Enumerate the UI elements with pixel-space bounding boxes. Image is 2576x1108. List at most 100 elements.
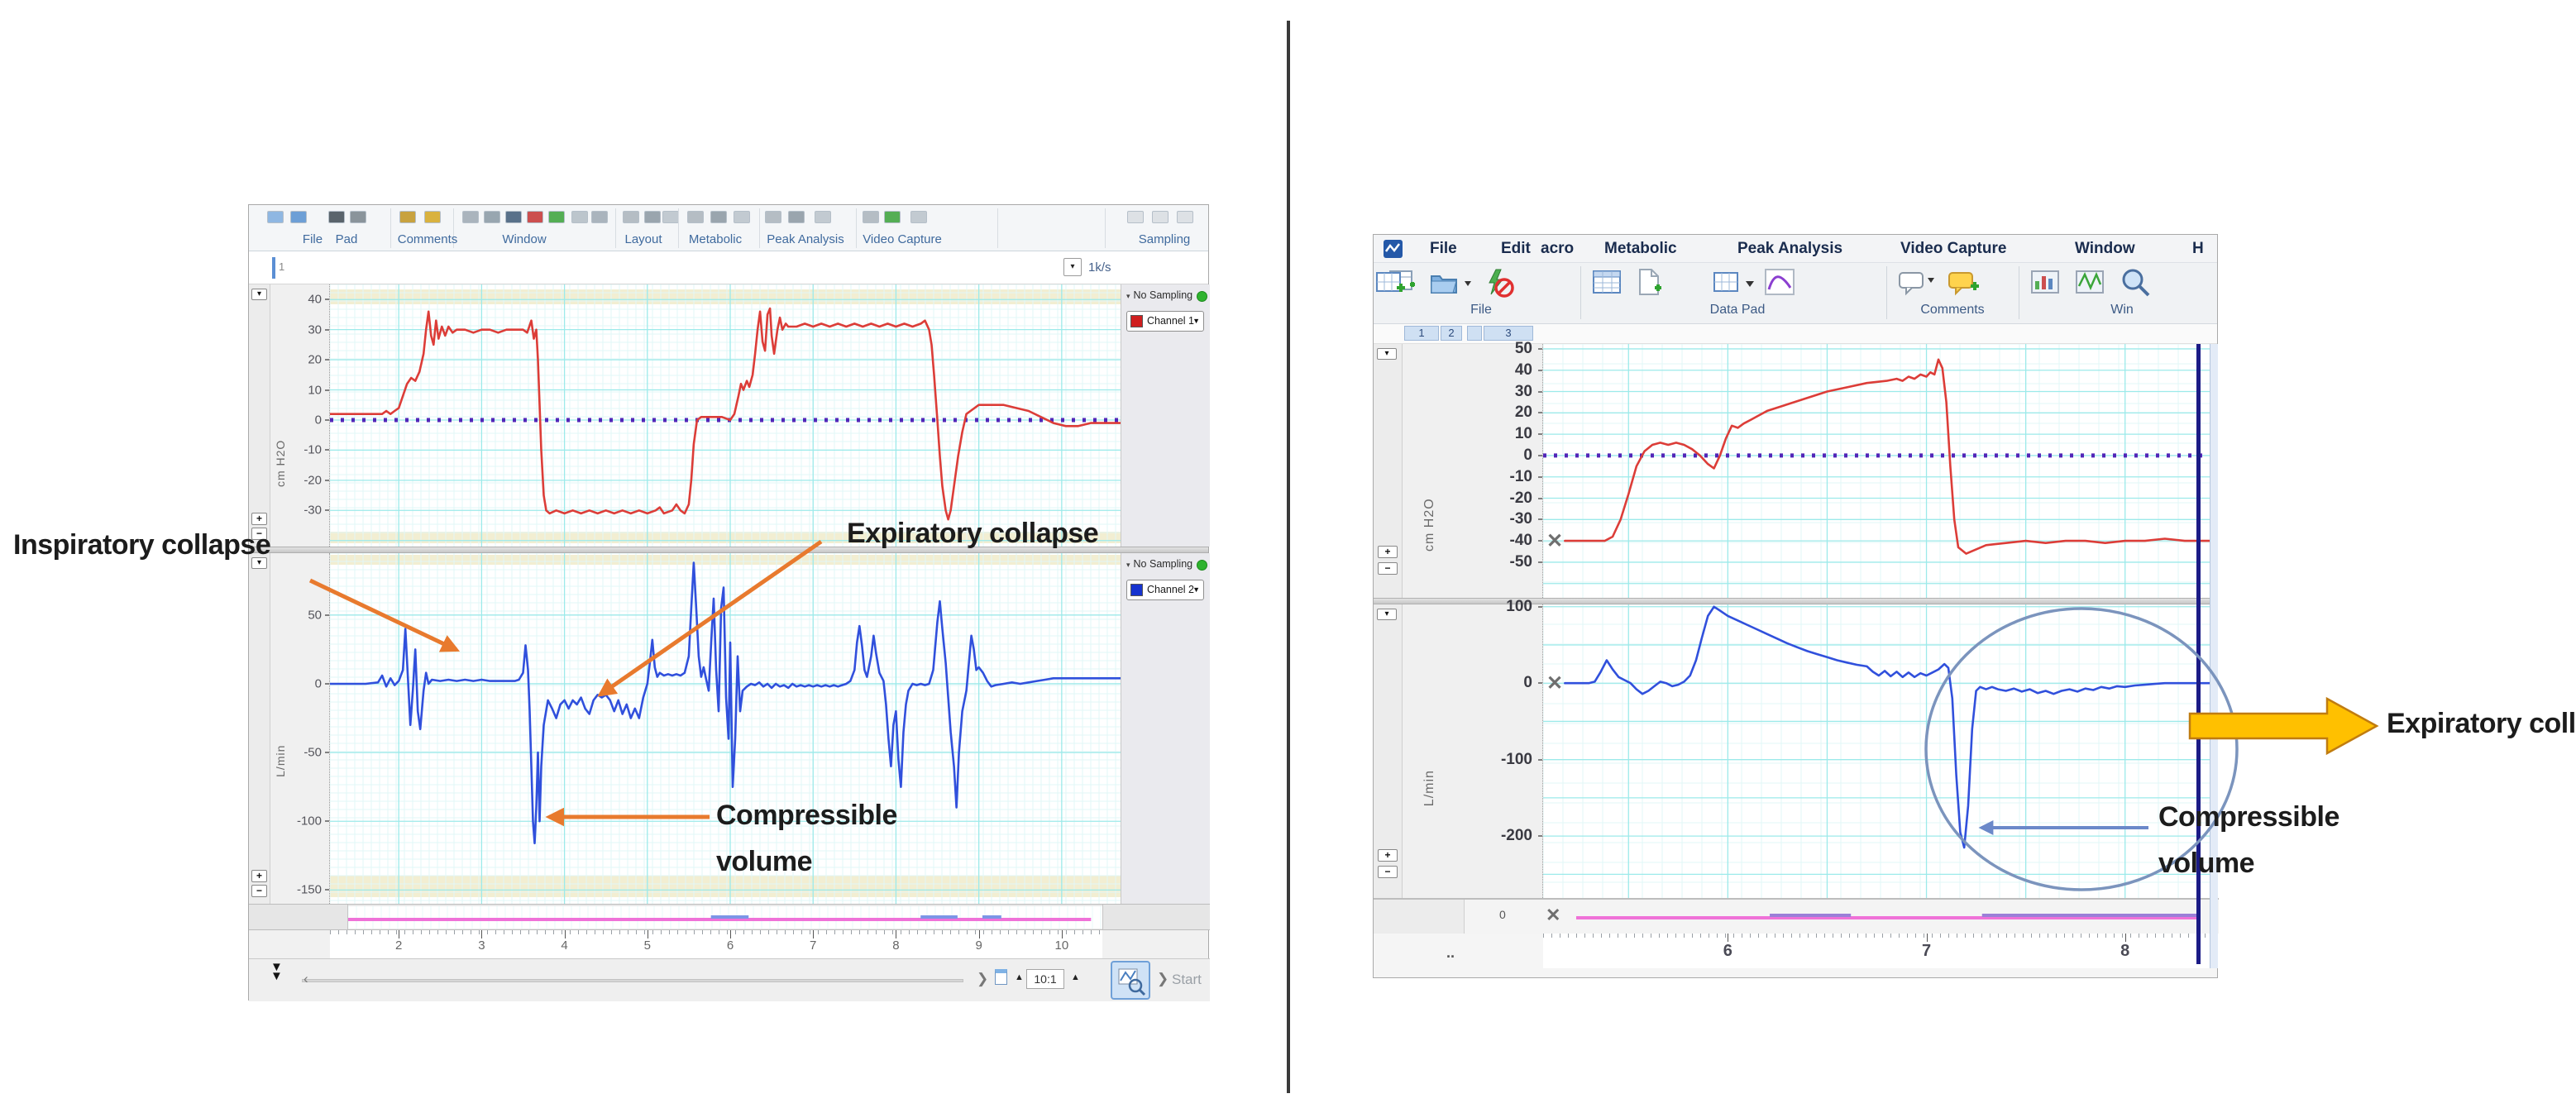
scale-minus-button[interactable]: − (1378, 866, 1398, 878)
block-tab[interactable]: 3 (1484, 326, 1533, 341)
toolbar-icon[interactable] (462, 211, 479, 223)
scale-plus-button[interactable]: + (1378, 849, 1398, 862)
macro-disabled-icon[interactable] (1481, 266, 1517, 303)
flow-plot-right[interactable]: ✕ (1543, 604, 2210, 898)
sampling-rate-dropdown[interactable]: ▾ (1063, 258, 1082, 276)
menu-item-video capture[interactable]: Video Capture (1900, 240, 2006, 258)
toolbar-icon[interactable] (734, 211, 750, 223)
menu-item-window[interactable]: Window (2075, 240, 2135, 258)
block-tab[interactable] (1467, 326, 1482, 341)
scale-plus-button[interactable]: + (251, 870, 267, 882)
menu-item-metabolic[interactable]: Metabolic (1604, 240, 1677, 258)
pressure-plot-left[interactable] (330, 284, 1121, 547)
scale-minus-button[interactable]: − (1378, 562, 1398, 575)
add-page-icon[interactable] (1632, 266, 1668, 303)
y-axis-unit: L/min (274, 745, 287, 777)
comment-icon[interactable] (1896, 266, 1938, 303)
open-file-icon[interactable] (1428, 266, 1474, 303)
sampling-status[interactable]: ▾No Sampling (1126, 558, 1206, 575)
toolbar-icon[interactable] (1127, 211, 1144, 223)
curve-analysis-icon[interactable] (1762, 266, 1799, 303)
menu-item-peak analysis[interactable]: Peak Analysis (1737, 240, 1842, 258)
toolbar-icon[interactable] (765, 211, 781, 223)
channel-menu-button[interactable]: ▾ (1377, 609, 1397, 620)
scale-plus-button[interactable]: + (251, 513, 267, 525)
toolbar-icon[interactable] (267, 211, 284, 223)
toolbar-icon[interactable] (884, 211, 901, 223)
toolbar-icon[interactable] (662, 211, 679, 223)
channel-menu-button[interactable]: ▾ (251, 289, 267, 300)
compression-down-icon[interactable]: ▲ (1071, 972, 1080, 982)
toolbar-icon[interactable] (863, 211, 879, 223)
toolbar-icon[interactable] (571, 211, 588, 223)
x-tick-mark (813, 930, 814, 938)
compressible-line1: Compressible (2158, 801, 2339, 833)
scroll-left-icon[interactable]: ‹ (303, 971, 308, 987)
toolbar-icon[interactable] (910, 211, 927, 223)
toolbar-icon[interactable] (424, 211, 441, 223)
scale-minus-button[interactable]: − (251, 885, 267, 897)
ribbon-group-window[interactable]: Window (502, 232, 546, 246)
compression-up-icon[interactable]: ▲ (1015, 972, 1024, 982)
block-tab[interactable]: 2 (1441, 326, 1462, 341)
scope-view-icon[interactable] (2073, 266, 2110, 303)
ribbon-group-video-capture[interactable]: Video Capture (863, 232, 942, 246)
toolbar-icon[interactable] (350, 211, 366, 223)
horizontal-scrollbar[interactable] (302, 979, 963, 982)
toolbar-icon[interactable] (548, 211, 565, 223)
toolbar-icon[interactable] (399, 211, 416, 223)
y-tick-mark (1538, 370, 1542, 371)
sampling-status[interactable]: ▾No Sampling (1126, 289, 1206, 306)
add-to-datapad-icon[interactable] (1374, 266, 1410, 303)
add-comment-icon[interactable] (1946, 266, 1982, 303)
scroll-anchor-icon[interactable]: ▼▼ (270, 962, 283, 981)
trace-start-marker-icon[interactable]: ✕ (1546, 905, 1560, 926)
y-tick-mark (1538, 391, 1542, 393)
ribbon-group-comments[interactable]: Comments (398, 232, 458, 246)
toolbar-icon[interactable] (591, 211, 608, 223)
toolbar-icon[interactable] (290, 211, 307, 223)
datapad-table-icon[interactable] (1590, 266, 1627, 303)
ribbon-group-file[interactable]: File (303, 232, 323, 246)
chart-view-icon[interactable] (2029, 266, 2065, 303)
zoom-view-button[interactable] (1111, 961, 1150, 1000)
toolbar-icon[interactable] (710, 211, 727, 223)
zoom-window-icon[interactable] (2118, 266, 2154, 303)
channel-menu-button[interactable]: ▾ (1377, 348, 1397, 360)
toolbar-icon[interactable] (788, 211, 805, 223)
view-page-icon[interactable] (995, 969, 1007, 985)
toolbar-icon[interactable] (815, 211, 831, 223)
toolbar-icon[interactable] (484, 211, 500, 223)
scroll-right-icon[interactable]: ❯ (977, 971, 988, 987)
x-tick-label: 6 (1723, 942, 1732, 961)
toolbar-icon[interactable] (1152, 211, 1169, 223)
ribbon-group-layout[interactable]: Layout (624, 232, 662, 246)
ribbon-group-pad[interactable]: Pad (336, 232, 358, 246)
ribbon-group-sampling[interactable]: Sampling (1139, 232, 1191, 246)
start-button[interactable]: Start (1172, 972, 1202, 988)
toolbar-icon[interactable] (623, 211, 639, 223)
toolbar-icon[interactable] (328, 211, 345, 223)
ribbon-group-metabolic[interactable]: Metabolic (689, 232, 742, 246)
menu-item-edit[interactable]: Edit (1501, 240, 1531, 258)
ribbon-group-peak-analysis[interactable]: Peak Analysis (767, 232, 844, 246)
toolbar-icon[interactable] (1177, 211, 1193, 223)
toolbar-icon[interactable] (687, 211, 704, 223)
marker-strip[interactable] (1576, 900, 2201, 933)
panel-splitter[interactable] (1374, 598, 2217, 604)
toolbar-icon[interactable] (527, 211, 543, 223)
block-tab[interactable]: 1 (1404, 326, 1439, 341)
scale-plus-button[interactable]: + (1378, 546, 1398, 558)
time-cursor[interactable] (272, 257, 275, 279)
channel-2-selector[interactable]: Channel 2 ▼ (1126, 580, 1204, 600)
menu-item-acro[interactable]: acro (1541, 240, 1574, 258)
data-overview-strip[interactable] (348, 906, 1102, 929)
y-tick-mark (325, 820, 329, 822)
menu-item-h[interactable]: H (2192, 240, 2204, 258)
menu-item-file[interactable]: File (1430, 240, 1457, 258)
toolbar-icon[interactable] (505, 211, 522, 223)
datapad-options-icon[interactable] (1711, 266, 1757, 303)
toolbar-icon[interactable] (644, 211, 661, 223)
channel-1-selector[interactable]: Channel 1 ▼ (1126, 311, 1204, 332)
pressure-plot-right[interactable]: ✕ (1543, 344, 2210, 598)
